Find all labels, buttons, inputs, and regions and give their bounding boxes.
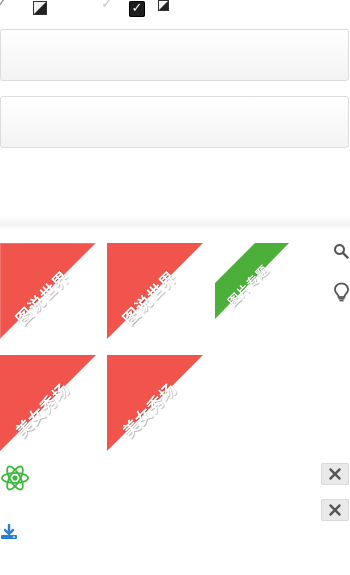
check-icon: ✓ [0,0,8,11]
checkbox-partial[interactable] [33,1,47,15]
lightbulb-icon[interactable] [333,282,350,302]
checkbox-checked[interactable]: ✓ [129,1,145,17]
check-icon: ✓ [101,0,113,12]
corner-ribbon[interactable]: 美女秀场 [107,355,203,451]
corner-ribbon[interactable]: 美女秀场 [0,355,96,451]
download-icon[interactable] [0,524,18,540]
divider [0,216,350,230]
empty-panel [0,96,349,148]
corner-ribbon[interactable]: 图说世界 [0,243,96,339]
close-icon [329,504,341,516]
empty-panel [0,29,349,81]
corner-ribbon[interactable]: 图说世界 [107,243,203,339]
search-icon[interactable] [333,243,349,259]
atom-icon [0,462,30,494]
corner-ribbon-green[interactable]: 图片专题 [215,243,289,319]
close-icon [329,468,341,480]
close-button[interactable] [321,499,349,521]
checkbox-partial-small[interactable] [158,0,169,11]
check-icon: ✓ [131,1,143,16]
close-button[interactable] [321,463,349,485]
